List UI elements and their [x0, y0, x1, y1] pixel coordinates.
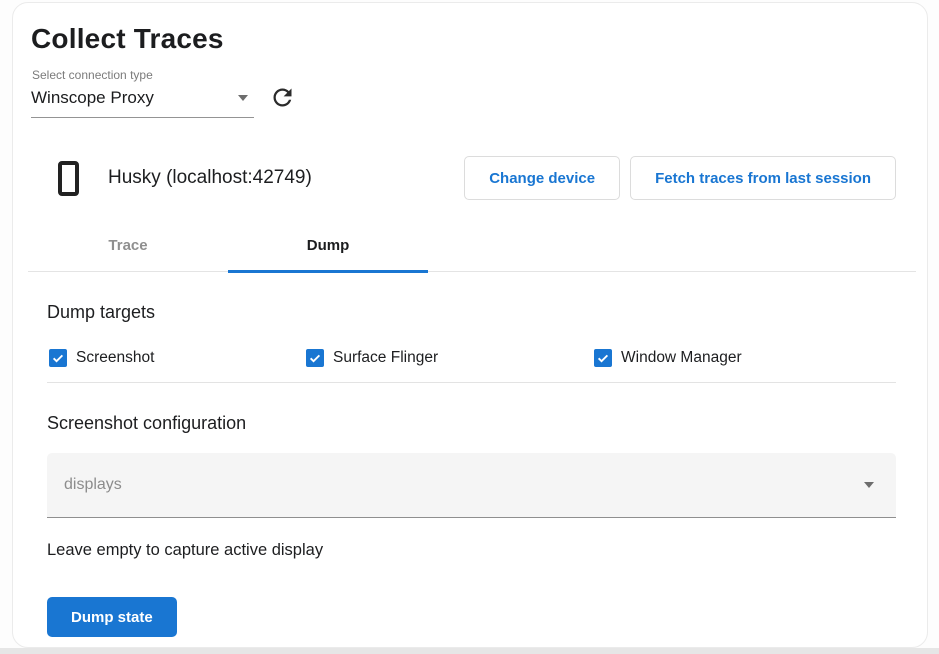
checkbox-label: Surface Flinger: [333, 349, 438, 367]
displays-select-field[interactable]: displays: [47, 453, 896, 518]
dump-state-button[interactable]: Dump state: [47, 597, 177, 637]
device-row: Husky (localhost:42749) Change device Fe…: [58, 156, 896, 200]
checkbox-screenshot[interactable]: Screenshot: [47, 349, 304, 367]
bottom-strip: [0, 648, 939, 654]
header: Collect Traces Select connection type Wi…: [13, 3, 927, 118]
tab-header: Trace Dump: [28, 220, 916, 272]
fetch-traces-button[interactable]: Fetch traces from last session: [630, 156, 896, 200]
checkbox-label: Screenshot: [76, 349, 154, 367]
dump-targets-row: Screenshot Surface Flinger Window Manage…: [47, 349, 896, 367]
change-device-button[interactable]: Change device: [464, 156, 620, 200]
chevron-down-icon: [864, 482, 874, 488]
dump-tab-content: Dump targets Screenshot Surface Flinger …: [13, 302, 927, 637]
connection-row: Select connection type Winscope Proxy: [31, 68, 897, 118]
tab-dump[interactable]: Dump: [228, 220, 428, 271]
checkbox-checked-icon[interactable]: [49, 349, 67, 367]
displays-field-value: displays: [64, 476, 122, 494]
checkbox-label: Window Manager: [621, 349, 742, 367]
refresh-icon: [269, 84, 296, 111]
chevron-down-icon: [238, 95, 248, 101]
refresh-connection-button[interactable]: [269, 84, 296, 111]
tab-trace[interactable]: Trace: [28, 220, 228, 271]
checkbox-checked-icon[interactable]: [594, 349, 612, 367]
screenshot-config-heading: Screenshot configuration: [47, 413, 896, 434]
checkbox-checked-icon[interactable]: [306, 349, 324, 367]
connection-type-value: Winscope Proxy: [31, 88, 154, 108]
collect-traces-panel: Collect Traces Select connection type Wi…: [12, 2, 928, 648]
device-name: Husky (localhost:42749): [108, 167, 312, 189]
connection-type-select[interactable]: Select connection type Winscope Proxy: [31, 68, 254, 118]
section-divider: [47, 382, 896, 383]
page-title: Collect Traces: [31, 23, 897, 55]
checkbox-surface-flinger[interactable]: Surface Flinger: [304, 349, 592, 367]
smartphone-icon: [58, 161, 79, 196]
checkbox-window-manager[interactable]: Window Manager: [592, 349, 742, 367]
display-hint-text: Leave empty to capture active display: [47, 541, 896, 560]
connection-type-label: Select connection type: [31, 68, 254, 82]
dump-targets-heading: Dump targets: [47, 302, 896, 323]
